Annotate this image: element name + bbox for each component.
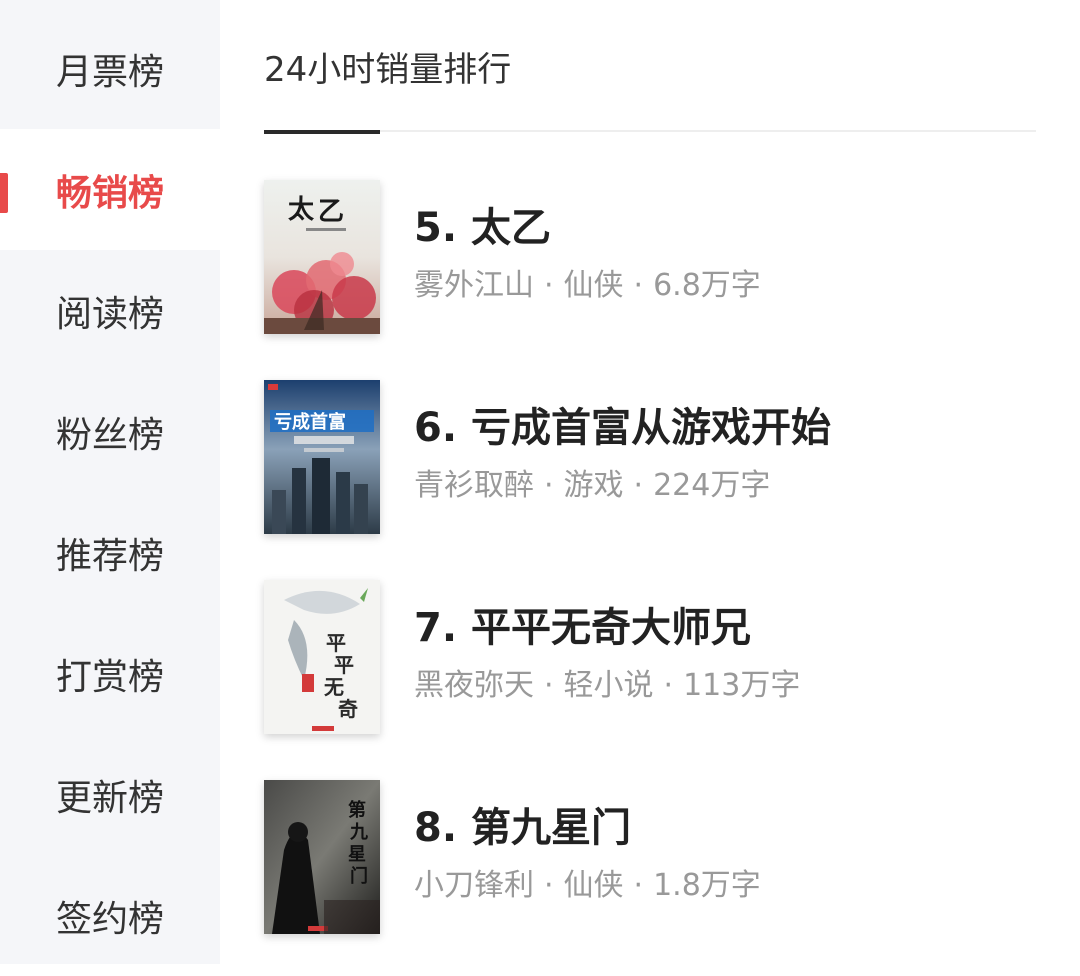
book-item[interactable]: 亏成首富 6. 亏成首富从游戏开始 青衫取醉 · 游戏 · 224万字 xyxy=(264,380,1044,536)
taiyi-cover-art: 太 乙 xyxy=(264,180,380,334)
rank-sidebar: 月票榜 畅销榜 阅读榜 粉丝榜 推荐榜 打赏榜 更新榜 签约榜 xyxy=(0,0,220,964)
sidebar-item-recommend[interactable]: 推荐榜 xyxy=(0,492,220,613)
meta-separator: · xyxy=(544,668,554,703)
dijiu-cover-art: 第 九 星 门 xyxy=(264,780,380,934)
sidebar-item-update[interactable]: 更新榜 xyxy=(0,734,220,855)
kuicheng-cover[interactable]: 亏成首富 xyxy=(264,380,380,534)
book-author: 黑夜弥天 xyxy=(414,668,534,703)
scroll-edge-shadow xyxy=(264,130,380,134)
book-title[interactable]: 6. 亏成首富从游戏开始 xyxy=(414,402,831,454)
svg-text:九: 九 xyxy=(349,822,368,843)
book-word-count: 113万字 xyxy=(683,668,801,703)
taiyi-cover[interactable]: 太 乙 xyxy=(264,180,380,334)
book-meta: 小刀锋利 · 仙侠 · 1.8万字 xyxy=(414,866,761,906)
sidebar-item-label: 阅读榜 xyxy=(55,293,164,335)
pingping-cover[interactable]: 平 平 无 奇 xyxy=(264,580,380,734)
book-genre: 游戏 xyxy=(563,468,624,503)
book-genre: 仙侠 xyxy=(563,868,624,903)
meta-separator: · xyxy=(544,468,554,503)
meta-separator: · xyxy=(544,868,554,903)
svg-text:亏成首富: 亏成首富 xyxy=(274,411,346,433)
sidebar-item-label: 推荐榜 xyxy=(55,535,164,577)
book-author: 青衫取醉 xyxy=(414,468,534,503)
sidebar-item-label: 打赏榜 xyxy=(55,656,164,698)
book-item[interactable]: 第 九 星 门 8. 第九星门 小刀锋利 · 仙侠 · 1.8万字 xyxy=(264,780,1044,936)
book-word-count: 224万字 xyxy=(653,468,771,503)
svg-text:无: 无 xyxy=(324,675,344,699)
svg-text:门: 门 xyxy=(350,865,368,887)
sidebar-item-tips[interactable]: 打赏榜 xyxy=(0,613,220,734)
book-item[interactable]: 平 平 无 奇 7. 平平无奇大师兄 黑夜弥天 · 轻小说 · 113万字 xyxy=(264,580,1044,736)
sidebar-item-monthly-ticket[interactable]: 月票榜 xyxy=(0,8,220,129)
dijiu-cover[interactable]: 第 九 星 门 xyxy=(264,780,380,934)
kuicheng-cover-art: 亏成首富 xyxy=(264,380,380,534)
svg-text:奇: 奇 xyxy=(338,697,358,721)
svg-text:平: 平 xyxy=(326,631,346,655)
book-title[interactable]: 7. 平平无奇大师兄 xyxy=(414,602,751,654)
svg-text:太: 太 xyxy=(288,195,315,225)
book-word-count: 1.8万字 xyxy=(653,868,761,903)
book-author: 雾外江山 xyxy=(414,268,534,303)
sidebar-item-fans[interactable]: 粉丝榜 xyxy=(0,371,220,492)
page-title: 24小时销量排行 xyxy=(264,50,512,90)
active-indicator xyxy=(0,173,8,213)
book-item[interactable]: 太 乙 5. 太乙 雾外江山 · 仙侠 · 6.8万字 xyxy=(264,180,1044,336)
meta-separator: · xyxy=(663,668,674,703)
sidebar-item-label: 签约榜 xyxy=(55,898,164,940)
svg-text:第: 第 xyxy=(348,799,366,821)
sidebar-item-label: 月票榜 xyxy=(55,51,164,93)
book-title[interactable]: 8. 第九星门 xyxy=(414,802,631,854)
book-meta: 黑夜弥天 · 轻小说 · 113万字 xyxy=(414,666,800,706)
svg-text:乙: 乙 xyxy=(318,197,344,227)
meta-separator: · xyxy=(633,268,644,303)
sidebar-item-bestseller[interactable]: 畅销榜 xyxy=(0,129,220,250)
sidebar-item-reading[interactable]: 阅读榜 xyxy=(0,250,220,371)
book-word-count: 6.8万字 xyxy=(653,268,761,303)
book-title[interactable]: 5. 太乙 xyxy=(414,202,551,254)
book-genre: 轻小说 xyxy=(563,668,654,703)
meta-separator: · xyxy=(633,868,644,903)
book-author: 小刀锋利 xyxy=(414,868,534,903)
sidebar-item-label: 畅销榜 xyxy=(55,172,164,214)
sidebar-item-label: 粉丝榜 xyxy=(55,414,164,456)
pingping-cover-art: 平 平 无 奇 xyxy=(264,580,380,734)
svg-text:平: 平 xyxy=(334,653,354,677)
book-meta: 雾外江山 · 仙侠 · 6.8万字 xyxy=(414,266,761,306)
meta-separator: · xyxy=(633,468,644,503)
meta-separator: · xyxy=(544,268,554,303)
book-meta: 青衫取醉 · 游戏 · 224万字 xyxy=(414,466,770,506)
sidebar-item-signed[interactable]: 签约榜 xyxy=(0,855,220,976)
book-genre: 仙侠 xyxy=(563,268,624,303)
svg-text:星: 星 xyxy=(348,844,366,865)
sidebar-item-label: 更新榜 xyxy=(55,777,164,819)
